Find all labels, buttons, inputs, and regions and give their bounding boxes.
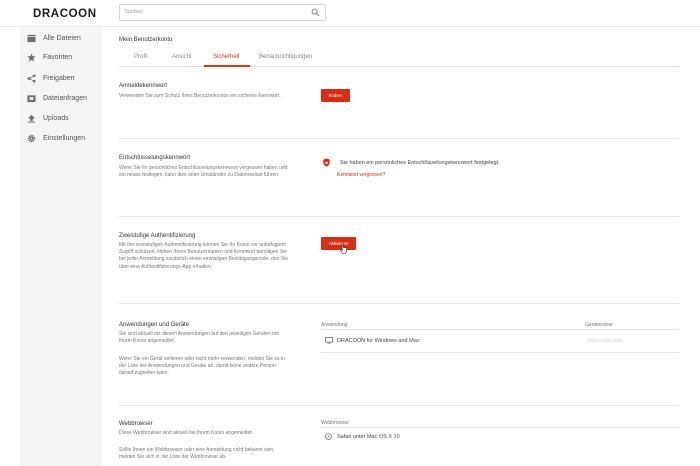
active-tab-indicator: [204, 65, 250, 67]
device-name: xxxxx-xxxx-xxxx: [587, 338, 623, 344]
login-password-title: Anmeldekennwort: [119, 83, 168, 89]
sidebar-item-label: Alle Dateien: [43, 35, 81, 42]
tab-bar: Profil Ansicht Sicherheit Benachrichtigu…: [119, 51, 679, 67]
table-row[interactable]: DRACOON for Windows and Mac xxxxx-xxxx-x…: [321, 331, 679, 351]
folder-icon: [27, 34, 36, 43]
mouse-pointer-icon: [340, 243, 347, 254]
sidebar-item-uploads[interactable]: Uploads: [20, 111, 102, 127]
table-header-line: [321, 329, 679, 330]
browser-name: Safari unter Mac OS X 10: [337, 434, 400, 440]
sidebar: Alle Dateien Favoriten Freigaben Dateian…: [20, 27, 102, 466]
search-input[interactable]: [124, 9, 304, 15]
tab-notifications[interactable]: Benachrichtigungen: [259, 54, 312, 60]
sidebar-item-shares[interactable]: Freigaben: [20, 71, 102, 87]
gear-icon: [27, 134, 36, 143]
app-logo[interactable]: DRACOON: [33, 8, 97, 20]
search-box[interactable]: [119, 4, 326, 21]
sidebar-item-all-files[interactable]: Alle Dateien: [20, 31, 102, 47]
application-name: DRACOON for Windows and Mac: [337, 338, 420, 344]
monitor-icon: [325, 337, 333, 344]
tab-profile[interactable]: Profil: [134, 54, 148, 60]
column-header-browser[interactable]: Webbrowser: [321, 420, 349, 426]
sidebar-item-label: Dateianfragen: [43, 95, 87, 102]
table-row[interactable]: Safari unter Mac OS X 10: [321, 429, 679, 445]
sidebar-item-label: Favoriten: [43, 54, 73, 61]
shield-icon: [323, 158, 330, 167]
tab-security[interactable]: Sicherheit: [213, 54, 240, 60]
encryption-password-title: Entschlüsselungskennwort: [119, 155, 191, 161]
page-title: Mein Benutzerkonto: [119, 37, 173, 43]
section-divider: [119, 138, 679, 139]
main-content: Mein Benutzerkonto Profil Ansicht Sicher…: [102, 27, 700, 466]
sidebar-item-label: Freigaben: [43, 75, 75, 82]
sidebar-item-file-requests[interactable]: Dateianfragen: [20, 91, 102, 107]
section-divider: [119, 405, 679, 406]
encryption-status-text: Sie haben ein persönliches Entschlüsselu…: [340, 160, 500, 166]
browsers-title: Webbrowser: [119, 421, 153, 427]
section-divider: [119, 303, 679, 304]
sidebar-item-label: Uploads: [43, 115, 69, 122]
login-password-description: Verwenden Sie zum Schutz Ihres Benutzerk…: [119, 93, 281, 99]
browsers-description: Diese Webbrowser sind aktuell bei Ihrem …: [119, 430, 254, 436]
table-header-line: [321, 427, 679, 428]
change-password-button[interactable]: Ändern: [321, 89, 350, 102]
compass-icon: [325, 433, 332, 440]
column-header-application[interactable]: Anwendung: [321, 322, 347, 328]
apps-devices-description-2: Wenn Sie ein Gerät verlieren oder nicht …: [119, 356, 285, 377]
browsers-description-2: Sollte Ihnen ein Webbrowser oder eine An…: [119, 447, 275, 461]
activate-2fa-button[interactable]: Aktivieren: [321, 237, 356, 250]
apps-devices-description: Sie sind aktuell mit diesen Anwendungen …: [119, 331, 279, 345]
top-bar: DRACOON: [0, 0, 700, 27]
search-icon[interactable]: [311, 8, 320, 17]
two-factor-description: Mit der zweistufigen Authentifizierung k…: [119, 242, 289, 270]
table-row-line: [321, 352, 679, 353]
apps-devices-title: Anwendungen und Geräte: [119, 322, 190, 328]
two-factor-title: Zweistufige Authentifizierung: [119, 233, 196, 239]
sidebar-item-label: Einstellungen: [43, 135, 86, 142]
encryption-password-description: Wenn Sie Ihr persönliches Entschlüsselun…: [119, 165, 288, 179]
column-header-device-name[interactable]: Gerätename: [585, 322, 613, 328]
forgot-password-link[interactable]: Kennwort vergessen?: [337, 172, 385, 178]
tab-view[interactable]: Ansicht: [172, 54, 192, 60]
sidebar-item-settings[interactable]: Einstellungen: [20, 131, 102, 147]
share-icon: [27, 74, 36, 83]
section-divider: [119, 216, 679, 217]
star-icon: [27, 53, 36, 62]
file-request-icon: [27, 95, 36, 103]
upload-icon: [27, 114, 36, 123]
sidebar-item-favorites[interactable]: Favoriten: [20, 50, 102, 66]
